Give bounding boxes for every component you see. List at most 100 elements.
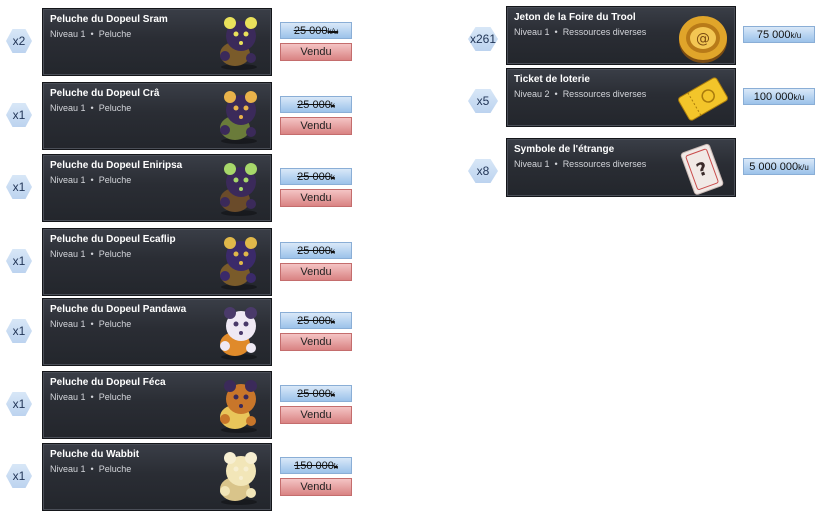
item-level-category: Niveau 1 • Peluche: [50, 319, 131, 329]
separator-dot: •: [85, 464, 99, 474]
quantity-badge: x1: [6, 249, 32, 273]
item-level-category: Niveau 1 • Peluche: [50, 29, 131, 39]
quantity-badge: x1: [6, 319, 32, 343]
item-category: Peluche: [98, 464, 132, 474]
item-name: Peluche du Dopeul Sram: [50, 14, 168, 25]
item-card[interactable]: Peluche du Dopeul Eniripsa Niveau 1 • Pel…: [42, 154, 272, 222]
sold-button[interactable]: Vendu: [280, 43, 352, 61]
item-level: Niveau 1: [514, 27, 550, 37]
item-card[interactable]: Peluche du Dopeul Crâ Niveau 1 • Peluche: [42, 82, 272, 150]
item-card[interactable]: Symbole de l'étrange Niveau 1 • Ressource…: [506, 138, 736, 197]
sold-button[interactable]: Vendu: [280, 406, 352, 424]
quantity-badge: x1: [6, 464, 32, 488]
item-card[interactable]: Peluche du Dopeul Féca Niveau 1 • Peluche: [42, 371, 272, 439]
price-unit: k/u: [790, 30, 802, 40]
sold-button[interactable]: Vendu: [280, 189, 352, 207]
lottery-ticket-icon: [675, 69, 731, 125]
item-name: Peluche du Dopeul Ecaflip: [50, 234, 176, 245]
item-name: Peluche du Wabbit: [50, 449, 140, 460]
item-name: Peluche du Dopeul Pandawa: [50, 304, 187, 315]
item-level-category: Niveau 1 • Peluche: [50, 175, 131, 185]
price-value: 75 000: [756, 28, 791, 41]
item-name: Symbole de l'étrange: [514, 144, 615, 155]
item-category: Peluche: [98, 175, 132, 185]
ecaflip-plush-icon: [211, 232, 267, 292]
sram-plush-icon: [211, 12, 267, 72]
item-card[interactable]: Peluche du Dopeul Pandawa Niveau 1 • Pelu…: [42, 298, 272, 366]
price-value: 25 000: [297, 314, 331, 327]
price-tag: 100 000k/u: [743, 88, 815, 105]
item-level: Niveau 1: [50, 175, 86, 185]
item-level-category: Niveau 1 • Peluche: [50, 249, 131, 259]
price-unit: k: [333, 461, 338, 471]
item-level-category: Niveau 1 • Peluche: [50, 392, 131, 402]
item-level: Niveau 2: [514, 89, 550, 99]
price-unit: k: [330, 100, 335, 110]
price-text: 25 000k: [297, 388, 335, 400]
item-level: Niveau 1: [50, 319, 86, 329]
price-value: 5 000 000: [749, 160, 799, 173]
price-text: 100 000k/u: [754, 91, 804, 103]
price-tag: 25 000k/u: [280, 22, 352, 39]
item-level-category: Niveau 1 • Peluche: [50, 103, 131, 113]
price-unit: k: [330, 389, 335, 399]
price-unit: k: [330, 316, 335, 326]
item-category: Peluche: [98, 249, 132, 259]
price-tag: 5 000 000k/u: [743, 158, 815, 175]
price-text: 5 000 000k/u: [749, 161, 809, 173]
price-text: 25 000k: [297, 171, 335, 183]
item-name: Peluche du Dopeul Eniripsa: [50, 160, 183, 171]
price-text: 150 000k: [294, 460, 338, 472]
item-name: Peluche du Dopeul Crâ: [50, 88, 160, 99]
quantity-badge: x1: [6, 392, 32, 416]
price-tag: 25 000k: [280, 385, 352, 402]
price-unit: k/u: [327, 26, 339, 36]
item-level: Niveau 1: [50, 249, 86, 259]
separator-dot: •: [549, 159, 563, 169]
eniripsa-plush-icon: [211, 158, 267, 218]
price-unit: k/u: [793, 92, 805, 102]
item-level: Niveau 1: [50, 464, 86, 474]
separator-dot: •: [85, 103, 99, 113]
item-category: Ressources diverses: [562, 89, 647, 99]
item-card[interactable]: Jeton de la Foire du Trool Niveau 1 • Res…: [506, 6, 736, 65]
item-category: Peluche: [98, 392, 132, 402]
price-tag: 150 000k: [280, 457, 352, 474]
price-value: 25 000: [297, 98, 331, 111]
item-card[interactable]: Peluche du Wabbit Niveau 1 • Peluche: [42, 443, 272, 511]
item-name: Jeton de la Foire du Trool: [514, 12, 636, 23]
cra-plush-icon: [211, 86, 267, 146]
quantity-badge: x5: [468, 89, 498, 113]
item-name: Peluche du Dopeul Féca: [50, 377, 166, 388]
separator-dot: •: [549, 89, 563, 99]
item-level-category: Niveau 1 • Peluche: [50, 464, 131, 474]
price-text: 75 000k/u: [757, 29, 801, 41]
item-card[interactable]: Peluche du Dopeul Sram Niveau 1 • Peluche: [42, 8, 272, 76]
quantity-badge: x8: [468, 159, 498, 183]
strange-symbol-card-icon: ?: [675, 139, 731, 195]
pandawa-plush-icon: [211, 302, 267, 362]
quantity-badge: x2: [6, 29, 32, 53]
sold-button[interactable]: Vendu: [280, 478, 352, 496]
item-card[interactable]: Ticket de loterie Niveau 2 • Ressources d…: [506, 68, 736, 127]
separator-dot: •: [85, 249, 99, 259]
sold-button[interactable]: Vendu: [280, 263, 352, 281]
price-text: 25 000k: [297, 245, 335, 257]
item-level-category: Niveau 1 • Ressources diverses: [514, 159, 646, 169]
item-card[interactable]: Peluche du Dopeul Ecaflip Niveau 1 • Pelu…: [42, 228, 272, 296]
sold-button[interactable]: Vendu: [280, 117, 352, 135]
price-value: 25 000: [297, 244, 331, 257]
item-category: Peluche: [98, 29, 132, 39]
price-value: 25 000: [297, 170, 331, 183]
price-unit: k: [330, 246, 335, 256]
price-tag: 25 000k: [280, 312, 352, 329]
svg-text:@: @: [696, 31, 710, 47]
item-level: Niveau 1: [514, 159, 550, 169]
price-value: 25 000: [293, 24, 328, 37]
wabbit-plush-icon: [211, 447, 267, 507]
feca-plush-icon: [211, 375, 267, 435]
item-level-category: Niveau 2 • Ressources diverses: [514, 89, 646, 99]
item-name: Ticket de loterie: [514, 74, 590, 85]
separator-dot: •: [85, 392, 99, 402]
sold-button[interactable]: Vendu: [280, 333, 352, 351]
